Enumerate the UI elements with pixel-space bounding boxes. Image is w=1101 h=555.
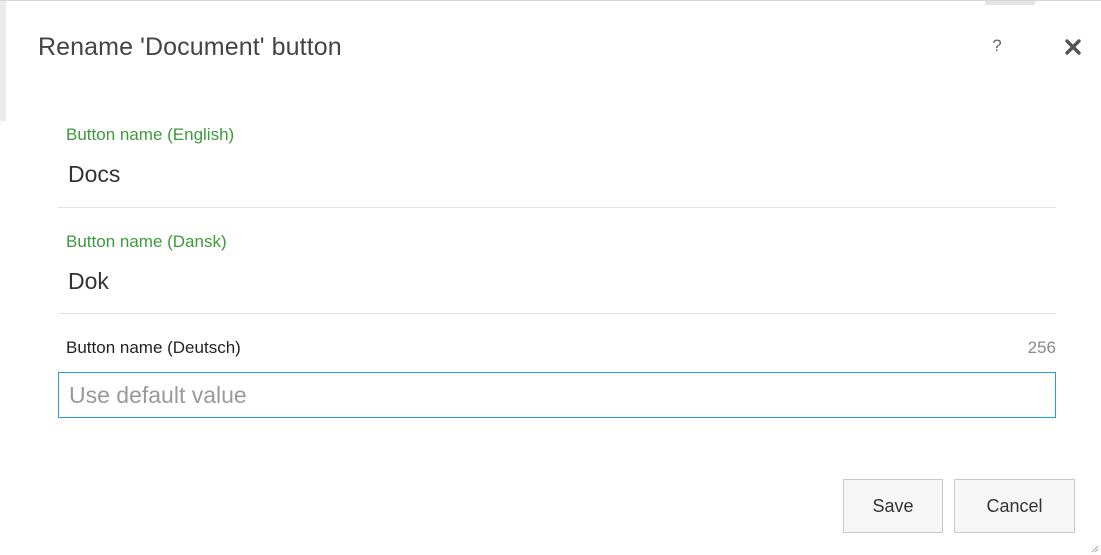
background-edge-corner [985,1,1035,5]
field-english: Button name (English) Docs [58,125,1056,209]
close-button[interactable] [1060,34,1086,60]
field-label-english: Button name (English) [66,125,235,144]
field-underline-english [58,207,1056,208]
field-dansk: Button name (Dansk) Dok [58,232,1056,316]
cancel-button[interactable]: Cancel [954,479,1075,533]
char-counter: 256 [1027,338,1056,357]
background-edge [0,1,6,121]
help-button[interactable]: ? [986,33,1008,59]
dialog-title: Rename 'Document' button [38,33,342,61]
rename-dialog: Rename 'Document' button ? Button name (… [0,0,1101,555]
save-button[interactable]: Save [843,479,943,533]
field-value-dansk[interactable]: Dok [68,268,1056,295]
close-icon [1065,39,1081,55]
field-value-english[interactable]: Docs [68,161,1056,188]
field-label-deutsch: Button name (Deutsch) [66,338,241,357]
field-deutsch: Button name (Deutsch) 256 [58,338,1056,424]
deutsch-input[interactable] [58,372,1056,418]
field-label-dansk: Button name (Dansk) [66,232,227,251]
field-underline-dansk [58,313,1056,314]
resize-grip-icon[interactable] [1091,545,1099,553]
